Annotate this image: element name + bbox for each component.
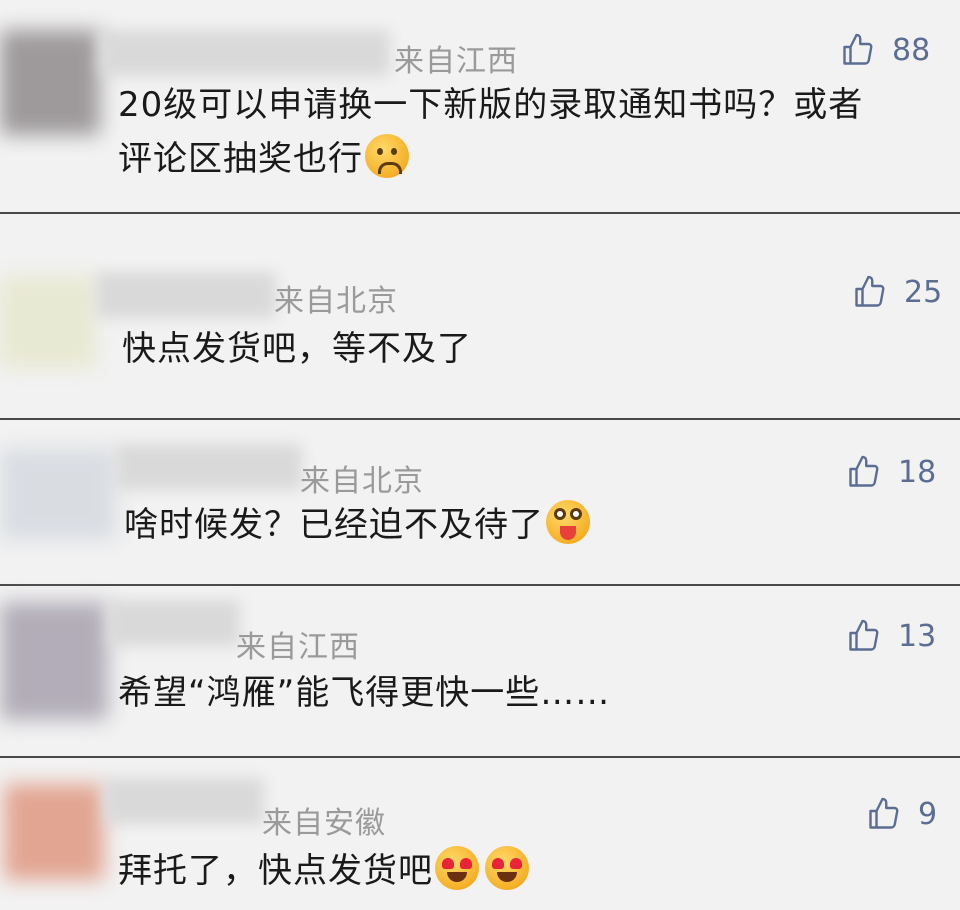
comment-location: 来自北京 [274,284,398,319]
comment-text: 啥时候发？已经迫不及待了 [124,498,590,552]
comment-item: 来自江西 13 希望“鸿雁”能飞得更快一些…… [0,586,960,756]
comment-text-line: 评论区抽奖也行 [118,139,363,179]
like-count: 9 [918,796,938,832]
comment-item: 来自江西 88 20级可以申请换一下新版的录取通知书吗？或者 评论区抽奖也行 [0,0,960,212]
username-blurred[interactable] [104,778,264,824]
like-button[interactable]: 9 [866,796,937,832]
comment-location: 来自安徽 [262,806,386,841]
username-blurred[interactable] [116,444,302,490]
like-count: 13 [898,618,937,654]
comment-location: 来自江西 [236,630,360,665]
username-blurred[interactable] [96,272,276,318]
avatar[interactable] [0,602,108,720]
comment-text-line: 啥时候发？已经迫不及待了 [124,505,544,545]
comment-text: 快点发货吧，等不及了 [122,329,472,369]
username-blurred[interactable] [108,600,240,646]
like-count: 18 [898,454,937,490]
like-count: 25 [904,274,943,310]
thumbs-up-icon [849,455,879,487]
comment-text: 希望“鸿雁”能飞得更快一些…… [118,673,611,713]
avatar[interactable] [0,448,116,540]
thumbs-up-icon [869,797,899,829]
comment-location: 来自江西 [394,44,518,79]
thumbs-up-icon [849,619,879,651]
like-button[interactable]: 18 [846,454,936,490]
comment-item: 来自北京 18 啥时候发？已经迫不及待了 [0,420,960,584]
heart-eyes-emoji-icon [435,846,479,890]
avatar[interactable] [4,784,104,880]
tongue-emoji-icon [546,500,590,544]
heart-eyes-emoji-icon [485,846,529,890]
comment-text-line: 拜托了，快点发货吧 [118,851,433,891]
like-button[interactable]: 25 [852,274,942,310]
comment-text: 拜托了，快点发货吧 [118,844,529,898]
like-button[interactable]: 13 [846,618,936,654]
username-blurred[interactable] [100,30,390,76]
comment-location: 来自北京 [300,464,424,499]
comment-item: 来自安徽 9 拜托了，快点发货吧 [0,758,960,910]
avatar[interactable] [0,276,96,368]
comment-item: 来自北京 25 快点发货吧，等不及了 [0,214,960,418]
comment-text: 20级可以申请换一下新版的录取通知书吗？或者 评论区抽奖也行 [118,78,863,186]
thumbs-up-icon [855,275,885,307]
like-button[interactable]: 88 [840,32,930,68]
like-count: 88 [892,32,931,68]
thumbs-up-icon [843,33,873,65]
sad-emoji-icon [365,134,409,178]
comment-text-line: 20级可以申请换一下新版的录取通知书吗？或者 [118,85,864,125]
avatar[interactable] [0,30,100,135]
